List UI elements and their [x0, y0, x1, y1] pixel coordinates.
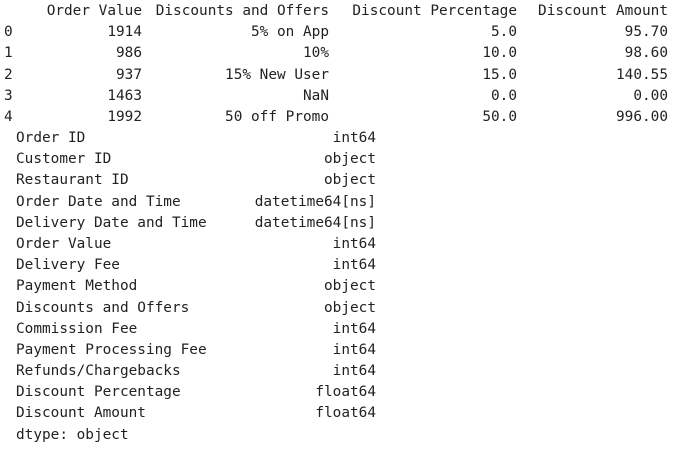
discount-amount-cell: 140.55	[616, 66, 668, 83]
dtype-row: Delivery Fee int64	[16, 255, 376, 276]
column-dtype: int64	[332, 320, 376, 337]
column-name: Commission Fee	[16, 320, 138, 337]
dataframe-row: 2 937 15% New User 15.0 140.55	[4, 65, 682, 86]
discount-percentage-cell: 10.0	[482, 45, 517, 62]
column-dtype: float64	[315, 384, 376, 401]
column-dtype: int64	[332, 130, 376, 146]
row-index: 1	[4, 45, 13, 62]
dtype-row: Delivery Date and Time datetime64[ns]	[16, 213, 376, 234]
row-index: 0	[4, 24, 13, 41]
dataframe-row: 3 1463 NaN 0.0 0.00	[4, 86, 682, 107]
column-name: Order Date and Time	[16, 193, 181, 210]
column-dtype: int64	[332, 257, 376, 274]
column-name: Restaurant ID	[16, 172, 129, 189]
dtype-row: Discount Percentage float64	[16, 382, 376, 403]
column-name: Order ID	[16, 130, 86, 146]
discount-amount-cell: 996.00	[616, 108, 668, 125]
column-dtype: object	[324, 278, 376, 295]
column-dtype: datetime64[ns]	[254, 193, 376, 210]
dtype-row: Discount Amount float64	[16, 403, 376, 424]
order-value-cell: 1992	[107, 108, 142, 125]
row-index: 3	[4, 87, 13, 104]
column-header: Discounts and Offers	[155, 3, 329, 19]
column-dtype: object	[324, 172, 376, 189]
dtype-footer: dtype: object	[16, 427, 129, 443]
discount-percentage-cell: 15.0	[482, 66, 517, 83]
column-name: Customer ID	[16, 151, 112, 168]
column-name: Discount Amount	[16, 405, 146, 422]
row-index: 2	[4, 66, 13, 83]
dtype-row: Customer ID object	[16, 149, 376, 170]
column-dtype: int64	[332, 235, 376, 252]
dtype-row: Discounts and Offers object	[16, 298, 376, 319]
column-dtype: int64	[332, 363, 376, 380]
column-dtype: object	[324, 299, 376, 316]
cell-output: Order Value Discounts and Offers Discoun…	[0, 0, 682, 461]
column-dtype: object	[324, 151, 376, 168]
discount-amount-cell: 98.60	[624, 45, 668, 62]
column-dtype: int64	[332, 341, 376, 358]
dataframe-output: Order Value Discounts and Offers Discoun…	[4, 1, 682, 128]
discount-amount-cell: 95.70	[624, 24, 668, 41]
discounts-cell: NaN	[303, 87, 329, 104]
discounts-cell: 10%	[303, 45, 329, 62]
order-value-cell: 1463	[107, 87, 142, 104]
dataframe-header-row: Order Value Discounts and Offers Discoun…	[4, 1, 682, 22]
dataframe-row: 1 986 10% 10.0 98.60	[4, 43, 682, 64]
column-name: Delivery Date and Time	[16, 214, 207, 231]
column-name: Discount Percentage	[16, 384, 181, 401]
column-header: Order Value	[46, 3, 142, 19]
dtype-row: Order Date and Time datetime64[ns]	[16, 192, 376, 213]
discount-percentage-cell: 50.0	[482, 108, 517, 125]
discount-amount-cell: 0.00	[633, 87, 668, 104]
dtype-row: Order Value int64	[16, 234, 376, 255]
order-value-cell: 937	[116, 66, 142, 83]
dtype-row: Restaurant ID object	[16, 170, 376, 191]
order-value-cell: 986	[116, 45, 142, 62]
column-name: Refunds/Chargebacks	[16, 363, 181, 380]
discounts-cell: 50 off Promo	[225, 108, 329, 125]
column-header: Discount Percentage	[352, 3, 517, 19]
discounts-cell: 15% New User	[225, 66, 329, 83]
column-dtype: float64	[315, 405, 376, 422]
column-name: Discounts and Offers	[16, 299, 190, 316]
discount-percentage-cell: 5.0	[491, 24, 517, 41]
dtype-row: Commission Fee int64	[16, 319, 376, 340]
column-name: Payment Method	[16, 278, 138, 295]
column-dtype: datetime64[ns]	[254, 214, 376, 231]
column-name: Payment Processing Fee	[16, 341, 207, 358]
discount-percentage-cell: 0.0	[491, 87, 517, 104]
dtype-row: Payment Method object	[16, 276, 376, 297]
discounts-cell: 5% on App	[251, 24, 329, 41]
column-name: Order Value	[16, 235, 112, 252]
column-header: Discount Amount	[538, 3, 668, 19]
column-name: Delivery Fee	[16, 257, 120, 274]
dtypes-output: Order ID int64 Customer ID object Restau…	[16, 128, 376, 425]
dataframe-row: 0 1914 5% on App 5.0 95.70	[4, 22, 682, 43]
order-value-cell: 1914	[107, 24, 142, 41]
row-index: 4	[4, 108, 13, 125]
dtype-row: Refunds/Chargebacks int64	[16, 361, 376, 382]
dtype-row: Order ID int64	[16, 128, 376, 149]
dataframe-row: 4 1992 50 off Promo 50.0 996.00	[4, 107, 682, 128]
dtype-row: Payment Processing Fee int64	[16, 340, 376, 361]
